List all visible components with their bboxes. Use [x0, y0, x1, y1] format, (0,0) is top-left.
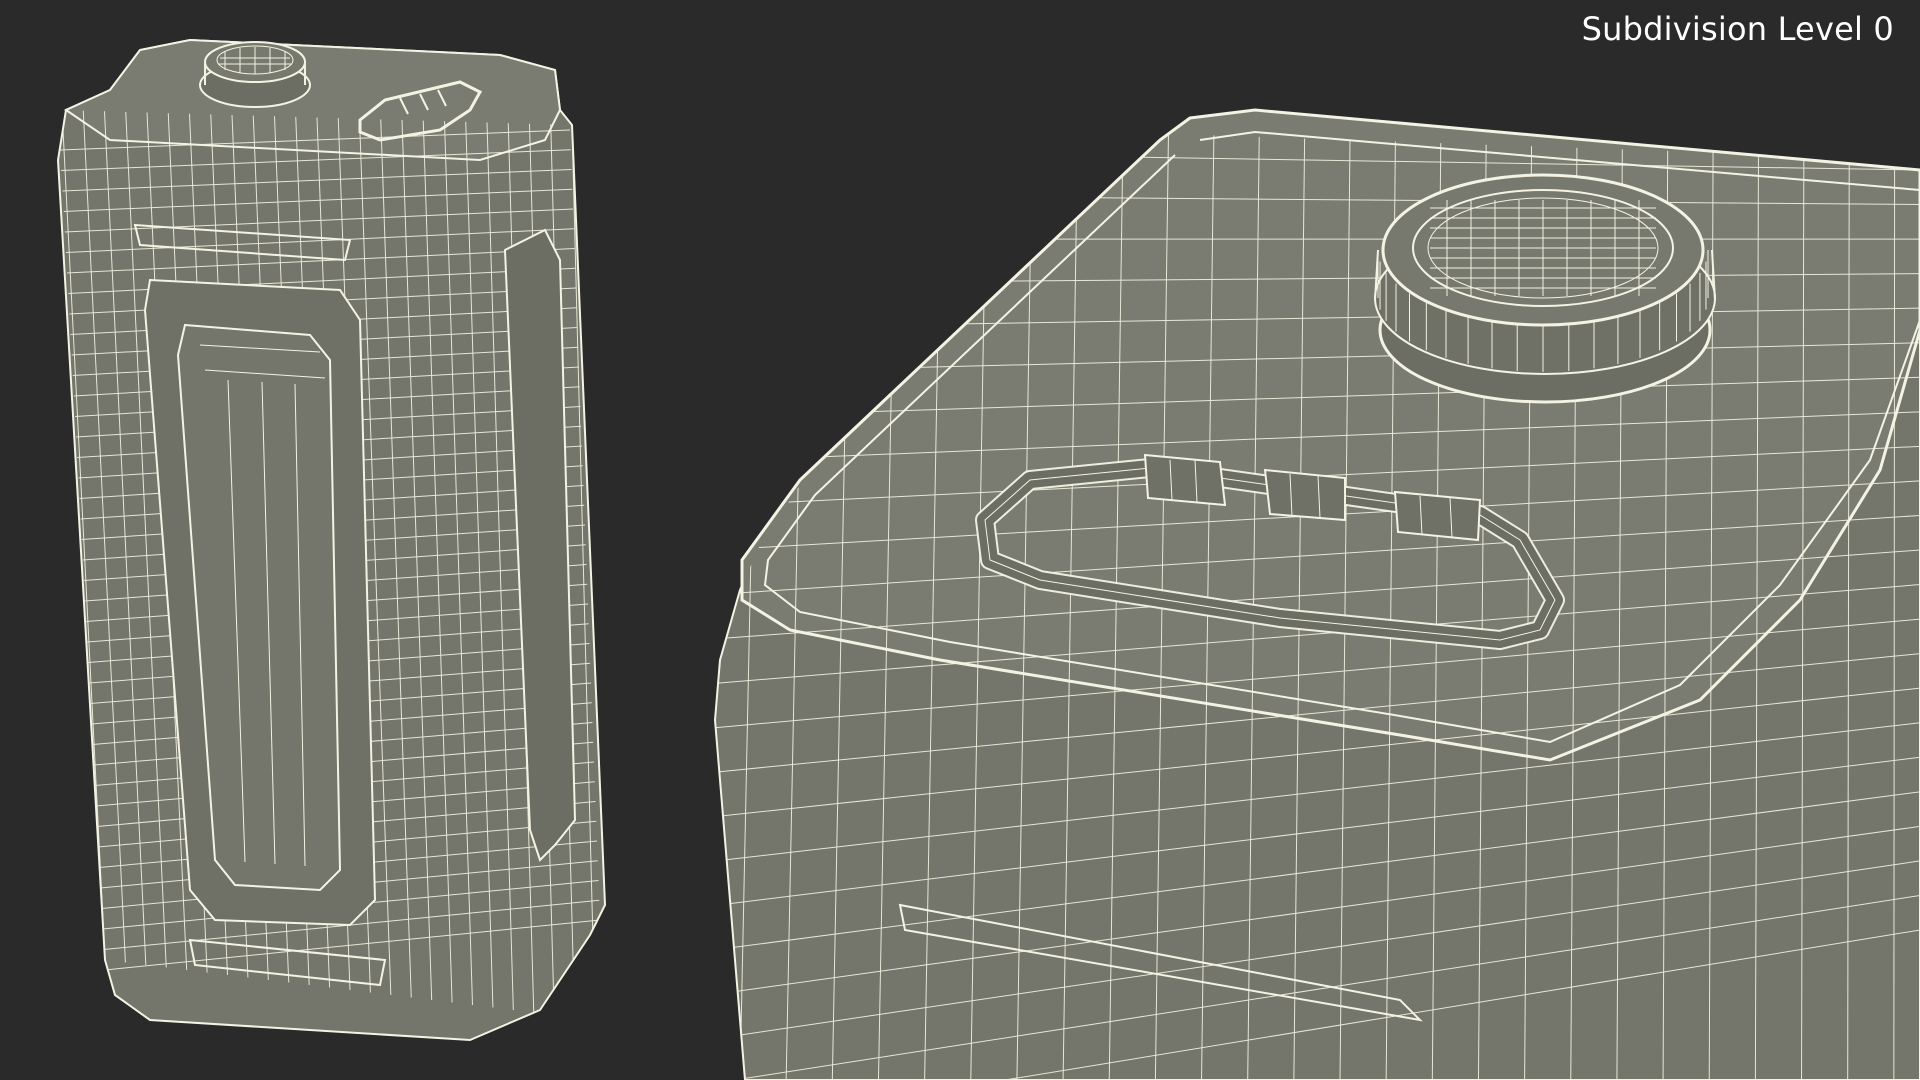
jerrycan-full-view: [56, 38, 607, 1042]
subdivision-level-label: Subdivision Level 0: [1581, 10, 1894, 48]
jerrycan-top-face: [63, 38, 562, 162]
cap-closeup: [1374, 173, 1716, 404]
cap-full: [199, 41, 311, 108]
wireframe-render-viewport: [56, 38, 1920, 1080]
jerrycan-closeup-view: [713, 108, 1920, 1080]
